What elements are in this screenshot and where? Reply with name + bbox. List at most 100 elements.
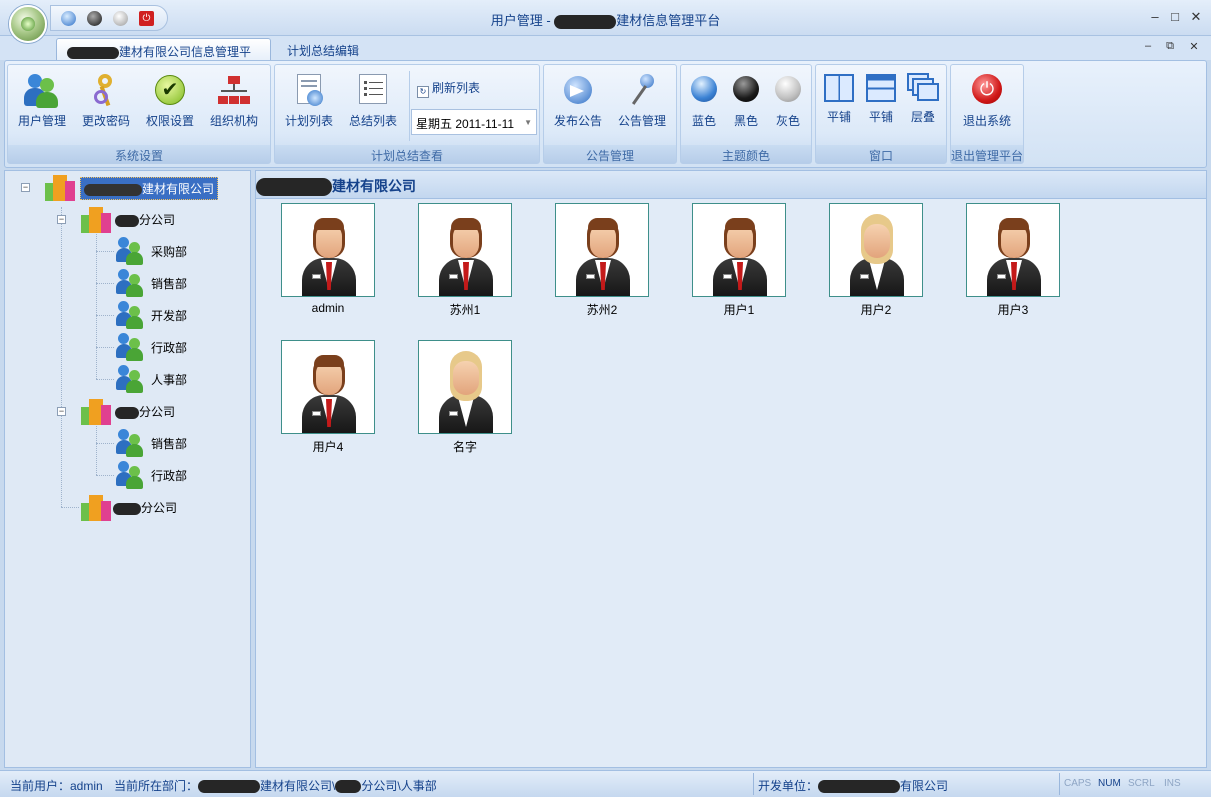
tree-line: [96, 475, 114, 476]
group-label-system-settings: 系统设置: [8, 145, 270, 163]
list-icon: [355, 72, 391, 108]
pushpin-icon: [624, 72, 660, 108]
plan-list-label: 计划列表: [284, 114, 333, 128]
announcement-management-label: 公告管理: [617, 114, 666, 128]
user-name: 名字: [452, 440, 477, 454]
scroll-indicator: SCRL: [1128, 778, 1155, 789]
tree-line: [96, 283, 114, 284]
blue-orb-icon: [691, 76, 717, 102]
user-name: 苏州2: [586, 303, 618, 317]
user-card[interactable]: 用户3: [965, 203, 1061, 323]
building-icon: [79, 493, 113, 521]
megaphone-icon: [560, 72, 596, 108]
male-user-avatar-icon: [281, 203, 375, 297]
users-icon: [116, 333, 144, 361]
mdi-minimize-button[interactable]: –: [1141, 40, 1155, 52]
permission-settings-button[interactable]: ✔ 权限设置: [138, 70, 202, 132]
collapse-toggle[interactable]: −: [57, 215, 66, 224]
refresh-list-button[interactable]: ↻ 刷新列表: [417, 79, 480, 98]
publish-announcement-button[interactable]: 发布公告: [546, 70, 610, 132]
change-password-button[interactable]: 更改密码: [74, 70, 138, 132]
tab-platform[interactable]: 建材有限公司信息管理平台: [56, 38, 271, 76]
change-password-label: 更改密码: [81, 114, 130, 128]
female-user-avatar-icon: [418, 340, 512, 434]
user-card[interactable]: 用户1: [691, 203, 787, 323]
user-card[interactable]: 苏州1: [417, 203, 513, 323]
theme-gray-button[interactable]: 灰色: [767, 70, 809, 132]
close-button[interactable]: ✕: [1189, 9, 1203, 25]
user-management-label: 用户管理: [17, 114, 66, 128]
group-separator: [409, 71, 410, 141]
cascade-icon: [907, 73, 939, 103]
collapse-toggle[interactable]: −: [57, 407, 66, 416]
refresh-icon: ↻: [417, 86, 429, 98]
user-card[interactable]: 苏州2: [554, 203, 650, 323]
tile-horizontal-icon: [866, 74, 896, 102]
chevron-down-icon: ▼: [524, 118, 532, 127]
summary-list-button[interactable]: 总结列表: [341, 70, 405, 132]
user-name: 用户2: [860, 303, 892, 317]
announcement-management-button[interactable]: 公告管理: [610, 70, 674, 132]
group-label-theme-color: 主题颜色: [681, 145, 811, 163]
cascade-label: 层叠: [910, 110, 935, 124]
female-user-avatar-icon: [829, 203, 923, 297]
tile-vertical-label: 平铺: [826, 110, 851, 124]
user-card[interactable]: 用户2: [828, 203, 924, 323]
male-user-avatar-icon: [281, 340, 375, 434]
theme-gray-label: 灰色: [775, 114, 800, 128]
exit-system-button[interactable]: ⏻ 退出系统: [955, 70, 1019, 132]
user-card[interactable]: admin: [280, 203, 376, 323]
building-icon: [43, 173, 77, 201]
users-icon: [116, 429, 144, 457]
tile-vertical-button[interactable]: 平铺: [818, 70, 860, 132]
maximize-button[interactable]: □: [1168, 9, 1182, 24]
num-indicator: NUM: [1098, 778, 1121, 789]
tab-plan-edit[interactable]: 计划总结编辑: [277, 38, 369, 61]
current-department-status: 当前所在部门： 建材有限公司\ 分公司\人事部: [114, 779, 437, 794]
cascade-button[interactable]: 层叠: [902, 70, 944, 132]
black-orb-icon: [733, 76, 759, 102]
tile-horizontal-label: 平铺: [868, 110, 893, 124]
male-user-avatar-icon: [555, 203, 649, 297]
calendar-list-icon: [291, 72, 327, 108]
group-system-settings: 用户管理 更改密码 ✔ 权限设置 组织机构 系统设置: [7, 64, 271, 164]
app-menu-orb[interactable]: [9, 5, 47, 43]
key-icon: [88, 72, 124, 108]
theme-blue-button[interactable]: 蓝色: [683, 70, 725, 132]
tree-line: [96, 379, 114, 380]
status-bar: 当前用户：admin 当前所在部门： 建材有限公司\ 分公司\人事部 开发单位： 有限…: [0, 770, 1211, 797]
group-theme-color: 蓝色 黑色 灰色 主题颜色: [680, 64, 812, 164]
tree-line: [96, 443, 114, 444]
user-management-button[interactable]: 用户管理: [10, 70, 74, 132]
date-picker[interactable]: 星期五 2011-11-11 ▼: [411, 109, 537, 135]
tree-line: [61, 507, 79, 508]
users-icon: [24, 72, 60, 108]
building-icon: [79, 205, 113, 233]
minimize-button[interactable]: –: [1148, 9, 1162, 24]
user-card[interactable]: 用户4: [280, 340, 376, 460]
permission-settings-label: 权限设置: [145, 114, 194, 128]
theme-black-button[interactable]: 黑色: [725, 70, 767, 132]
developer-status: 开发单位： 有限公司: [758, 779, 949, 794]
user-card[interactable]: 名字: [417, 340, 513, 460]
users-icon: [116, 365, 144, 393]
plan-list-button[interactable]: 计划列表: [277, 70, 341, 132]
globe-icon: [21, 17, 35, 31]
organization-button[interactable]: 组织机构: [202, 70, 266, 132]
org-chart-icon: [216, 72, 252, 108]
user-name: admin: [311, 301, 345, 315]
status-separator: [753, 773, 754, 795]
window-title: 用户管理 - 建材信息管理平台: [490, 13, 721, 29]
mdi-close-button[interactable]: ✕: [1187, 40, 1201, 53]
collapse-toggle[interactable]: −: [21, 183, 30, 192]
tile-horizontal-button[interactable]: 平铺: [860, 70, 902, 132]
users-icon: [116, 237, 144, 265]
mdi-restore-button[interactable]: ⧉: [1163, 40, 1177, 53]
tree-line: [61, 207, 62, 507]
power-icon: ⏻: [969, 72, 1005, 108]
male-user-avatar-icon: [692, 203, 786, 297]
gray-orb-icon: [775, 76, 801, 102]
user-content-panel: 建材有限公司 admin 苏州1 苏州2 用户1 用户2 用户3 用户4 名字: [255, 170, 1207, 768]
title-bar: ⏻ 用户管理 - 建材信息管理平台 – □ ✕: [0, 0, 1211, 36]
current-user-status: 当前用户：admin: [10, 779, 103, 793]
